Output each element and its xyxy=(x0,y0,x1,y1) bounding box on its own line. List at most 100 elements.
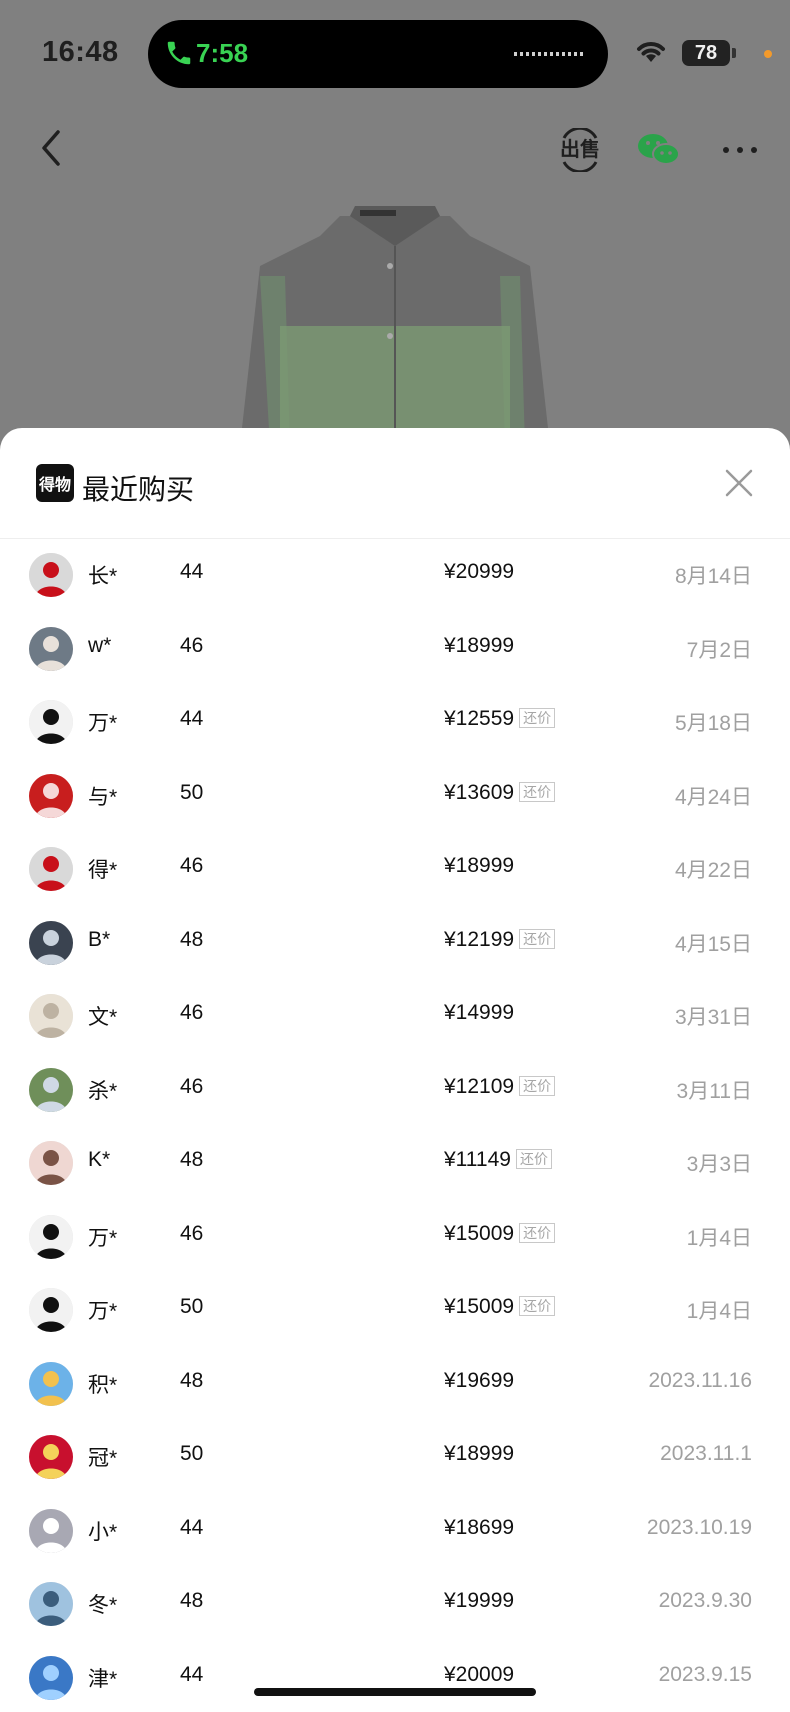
purchase-date: 2023.9.15 xyxy=(658,1662,752,1686)
home-indicator[interactable] xyxy=(254,1688,536,1696)
purchase-date: 3月3日 xyxy=(686,1153,752,1176)
purchase-price: ¥18699 xyxy=(444,1516,514,1540)
purchase-size: 50 xyxy=(180,780,204,804)
purchase-date: 5月18日 xyxy=(674,712,752,735)
price-value: ¥12109 xyxy=(444,1074,515,1098)
user-avatar xyxy=(29,1655,73,1700)
battery-tip xyxy=(732,48,736,58)
purchase-price: ¥19699 xyxy=(444,1369,514,1393)
purchase-price: ¥12559 还价 xyxy=(444,707,556,731)
bargain-tag: 还价 xyxy=(519,1222,556,1243)
purchase-row: 万* 44 ¥12559 还价 5月18日 xyxy=(0,685,790,759)
purchase-row: K* 48 ¥11149 还价 3月3日 xyxy=(0,1126,790,1200)
bargain-tag: 还价 xyxy=(519,708,556,728)
call-duration: 7:58 xyxy=(196,38,249,68)
purchase-date: 2023.10.19 xyxy=(646,1515,752,1539)
purchase-price: ¥15009 还价 xyxy=(444,1221,556,1246)
purchase-row: 长* 44 ¥20999 8月14日 xyxy=(0,538,790,612)
more-icon[interactable] xyxy=(722,146,758,154)
purchase-list[interactable]: 长* 44 ¥20999 8月14日 w* 46 ¥18999 7月2日 万* 44 ¥1255… xyxy=(0,538,790,1712)
price-value: ¥20999 xyxy=(444,560,515,583)
price-value: ¥18999 xyxy=(444,854,515,877)
back-icon[interactable] xyxy=(36,128,66,168)
phone-icon xyxy=(167,41,191,65)
purchase-size: 48 xyxy=(180,1589,204,1612)
purchase-size: 46 xyxy=(180,1221,204,1245)
price-value: ¥19999 xyxy=(444,1589,515,1612)
purchase-price: ¥15009 还价 xyxy=(444,1295,556,1319)
purchase-price: ¥19999 xyxy=(444,1589,514,1613)
purchase-size: 44 xyxy=(180,1662,204,1686)
purchase-size: 44 xyxy=(180,560,204,583)
buyer-name: 冠* xyxy=(88,1447,118,1470)
user-avatar xyxy=(29,553,73,597)
purchase-row: 冬* 48 ¥19999 2023.9.30 xyxy=(0,1567,790,1641)
purchase-row: 万* 46 ¥15009 还价 1月4日 xyxy=(0,1200,790,1274)
purchase-price: ¥20009 xyxy=(444,1663,514,1687)
bargain-tag: 还价 xyxy=(515,1149,552,1169)
purchase-size: 44 xyxy=(180,1515,204,1539)
purchase-price: ¥18999 xyxy=(444,854,514,878)
bargain-tag: 还价 xyxy=(519,1296,556,1316)
buyer-name: 得* xyxy=(88,859,118,882)
price-value: ¥20009 xyxy=(444,1662,515,1686)
bargain-tag: 还价 xyxy=(519,781,556,802)
dewu-logo: 得物 xyxy=(36,464,74,502)
purchase-row: B* 48 ¥12199 还价 4月15日 xyxy=(0,906,790,980)
purchase-size: 48 xyxy=(180,1148,204,1171)
dynamic-island-call[interactable]: 7:58 xyxy=(148,20,608,88)
purchase-price: ¥12109 还价 xyxy=(444,1074,556,1099)
user-avatar xyxy=(29,1067,73,1112)
purchase-row: 积* 48 ¥19699 2023.11.16 xyxy=(0,1347,790,1421)
purchase-size: 48 xyxy=(180,1368,204,1392)
purchase-row: 文* 46 ¥14999 3月31日 xyxy=(0,979,790,1053)
price-value: ¥14999 xyxy=(444,1001,515,1024)
user-avatar xyxy=(29,626,73,671)
price-value: ¥12559 xyxy=(444,707,515,730)
buyer-name: 万* xyxy=(88,1226,118,1250)
user-avatar xyxy=(29,700,73,744)
purchase-size: 46 xyxy=(180,1001,204,1024)
purchase-date: 8月14日 xyxy=(674,565,752,588)
purchase-size: 50 xyxy=(180,1442,204,1465)
user-avatar xyxy=(29,1141,73,1185)
sell-icon[interactable]: 出售 xyxy=(558,128,602,172)
price-value: ¥11149 xyxy=(444,1148,511,1171)
user-avatar xyxy=(29,1435,73,1479)
purchase-date: 3月11日 xyxy=(676,1079,752,1103)
price-value: ¥18699 xyxy=(444,1515,515,1539)
purchase-size: 50 xyxy=(180,1295,204,1318)
user-avatar xyxy=(29,1508,73,1553)
purchase-size: 48 xyxy=(180,927,204,951)
buyer-name: w* xyxy=(88,633,112,657)
purchase-date: 2023.11.1 xyxy=(660,1442,752,1465)
buyer-name: 津* xyxy=(88,1667,118,1691)
wechat-share-icon[interactable] xyxy=(636,130,682,170)
price-value: ¥15009 xyxy=(444,1221,515,1245)
user-avatar xyxy=(29,847,73,891)
audio-waveform-icon xyxy=(514,52,584,56)
product-shirt-image xyxy=(240,206,550,446)
purchase-date: 3月31日 xyxy=(674,1006,752,1029)
buyer-name: 文* xyxy=(88,1006,118,1029)
bargain-tag: 还价 xyxy=(519,928,556,949)
price-value: ¥18999 xyxy=(444,1442,515,1465)
user-avatar xyxy=(29,1582,73,1626)
close-icon[interactable] xyxy=(724,468,754,498)
status-bar: 16:48 7:58 78 xyxy=(0,0,790,110)
privacy-indicator-dot xyxy=(764,50,772,58)
wifi-icon xyxy=(637,42,665,62)
purchase-row: 冠* 50 ¥18999 2023.11.1 xyxy=(0,1420,790,1494)
price-value: ¥12199 xyxy=(444,927,515,951)
purchase-date: 2023.11.16 xyxy=(648,1368,752,1392)
price-value: ¥15009 xyxy=(444,1295,515,1318)
purchase-price: ¥18999 xyxy=(444,1442,514,1466)
purchase-size: 46 xyxy=(180,854,204,877)
purchase-price: ¥20999 xyxy=(444,560,514,584)
purchase-date: 2023.9.30 xyxy=(658,1589,752,1612)
user-avatar xyxy=(29,1214,73,1259)
purchase-date: 4月15日 xyxy=(674,932,752,956)
buyer-name: 万* xyxy=(88,1300,118,1323)
price-value: ¥18999 xyxy=(444,633,515,657)
buyer-name: 万* xyxy=(88,712,118,735)
